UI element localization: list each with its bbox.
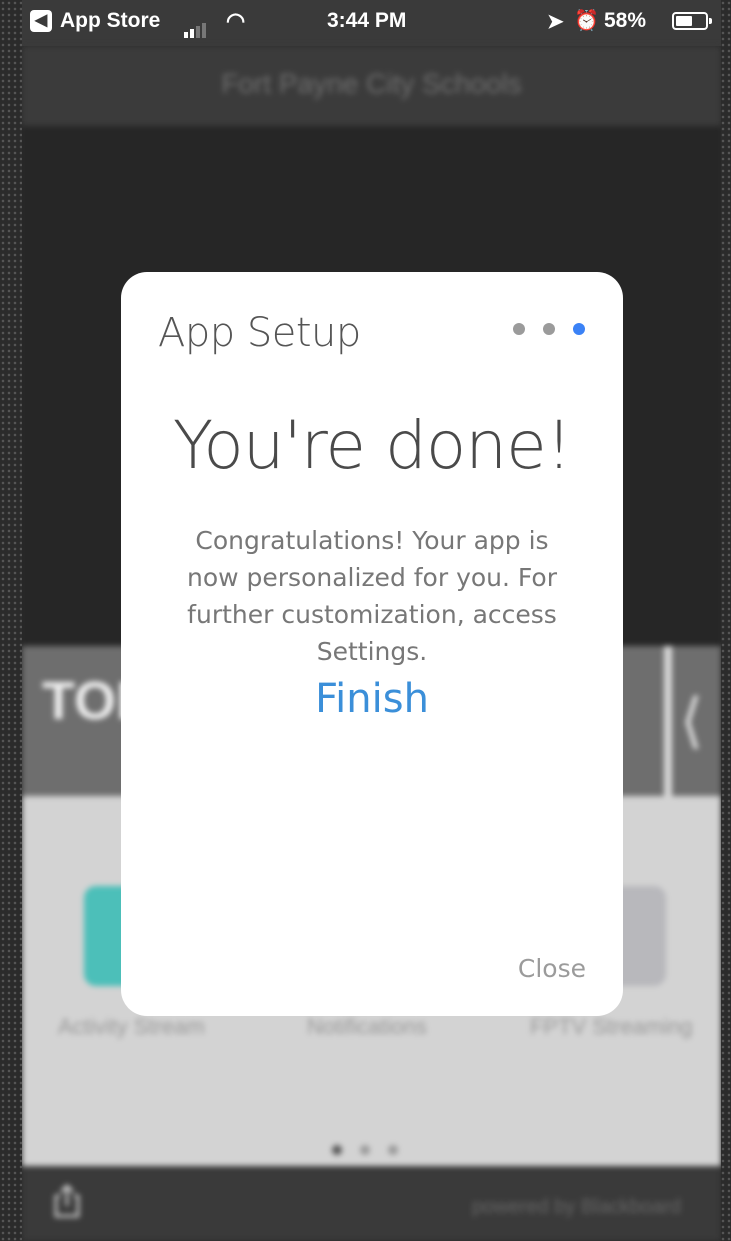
step-indicator (513, 322, 603, 340)
battery-percent: 58% (604, 9, 647, 32)
alarm-icon: ⏰ (574, 10, 599, 32)
status-time: 3:44 PM (327, 9, 407, 32)
step-dot-active (573, 323, 585, 335)
back-app-label[interactable]: App Store (60, 9, 160, 33)
dialog-message: Congratulations! Your app is now persona… (187, 526, 557, 666)
location-icon: ➤ (547, 11, 564, 33)
step-dot (513, 323, 525, 335)
step-dot (543, 323, 555, 335)
dialog-title: App Setup (158, 310, 361, 356)
powered-by: powered by Blackboard (472, 1196, 682, 1218)
tile-label: FPTV Streaming (530, 1014, 693, 1039)
status-bar: ◀ App Store ◠ 3:44 PM ➤ ⏰ 58% (22, 0, 721, 46)
share-icon (54, 1184, 80, 1218)
page-indicator (332, 1142, 416, 1160)
tile-label: Activity Stream (58, 1014, 205, 1039)
app-setup-dialog: App Setup You're done! Congratulations! … (121, 272, 623, 1016)
app-title: Fort Payne City Schools (221, 68, 522, 99)
phone-screen: ◀ App Store ◠ 3:44 PM ➤ ⏰ 58% Fort Payne… (22, 0, 721, 1241)
battery-icon (672, 12, 712, 30)
finish-button[interactable]: Finish (121, 676, 623, 722)
chevron-left-icon: ⟨ (680, 687, 704, 754)
tile-label: Notifications (307, 1014, 427, 1039)
banner-divider (664, 646, 672, 796)
signal-icon (184, 14, 208, 38)
wifi-icon: ◠ (226, 8, 246, 33)
back-arrow-icon[interactable]: ◀ (30, 10, 52, 32)
dialog-heading: You're done! (172, 407, 572, 484)
close-button[interactable]: Close (518, 954, 586, 983)
